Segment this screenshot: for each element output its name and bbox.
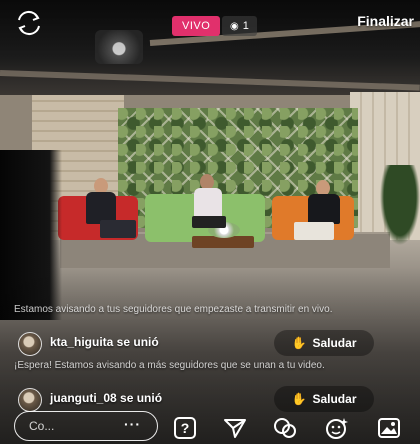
switch-camera-icon[interactable] — [14, 10, 44, 36]
top-bar: VIVO ◉ 1 Finalizar — [0, 0, 420, 44]
greet-button[interactable]: ✋ Saludar — [274, 386, 374, 412]
eye-icon: ◉ — [230, 21, 239, 32]
join-notification: kta_higuita se unió ✋ Saludar — [14, 330, 408, 356]
system-notice: ¡Espera! Estamos avisando a más seguidor… — [14, 360, 325, 371]
composer-bar: ··· ? — [0, 410, 420, 444]
send-icon[interactable] — [222, 415, 248, 441]
greet-button[interactable]: ✋ Saludar — [274, 330, 374, 356]
gallery-icon[interactable] — [376, 415, 402, 441]
join-text: kta_higuita se unió — [50, 335, 159, 349]
avatar[interactable] — [18, 332, 42, 356]
viewer-count-number: 1 — [242, 20, 249, 32]
wave-icon: ✋ — [291, 392, 307, 406]
more-options-button[interactable]: ··· — [124, 416, 141, 432]
join-notification: juanguti_08 se unió ✋ Saludar — [14, 386, 408, 412]
viewer-count[interactable]: ◉ 1 — [222, 16, 257, 36]
add-guest-icon[interactable] — [272, 415, 298, 441]
face-filter-icon[interactable] — [324, 415, 350, 441]
question-icon[interactable]: ? — [172, 415, 198, 441]
comment-input[interactable] — [27, 418, 111, 434]
greet-label: Saludar — [312, 336, 357, 350]
comment-field[interactable]: ··· — [14, 411, 158, 441]
avatar[interactable] — [18, 388, 42, 412]
end-live-button[interactable]: Finalizar — [357, 13, 414, 29]
live-badge: VIVO — [172, 16, 221, 36]
camera-feed — [0, 0, 420, 444]
join-text: juanguti_08 se unió — [50, 391, 163, 405]
wave-icon: ✋ — [291, 336, 307, 350]
live-broadcast-screen: VIVO ◉ 1 Finalizar Estamos avisando a tus… — [0, 0, 420, 444]
system-notice: Estamos avisando a tus seguidores que em… — [14, 304, 333, 315]
svg-text:?: ? — [181, 420, 190, 436]
greet-label: Saludar — [312, 392, 357, 406]
overlay-gradient — [0, 0, 420, 444]
